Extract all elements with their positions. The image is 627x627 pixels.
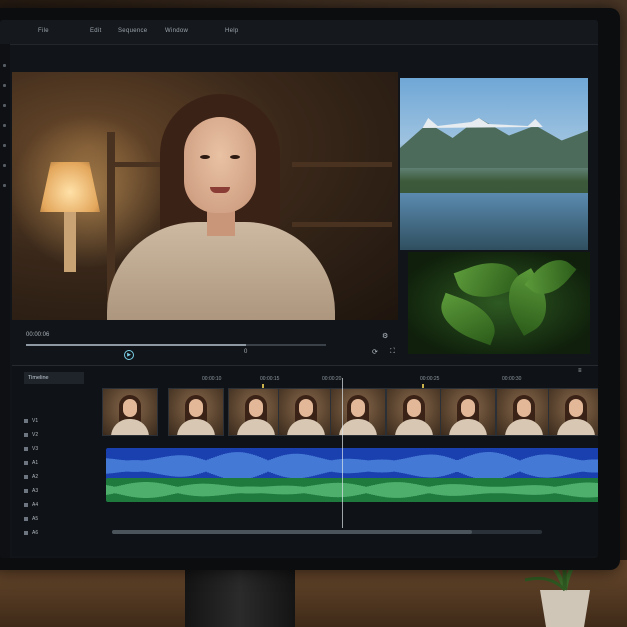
ruler-label: 00:00:30 bbox=[502, 376, 522, 382]
video-clip[interactable] bbox=[548, 388, 598, 436]
lamp-base bbox=[64, 212, 76, 272]
scrub-progress bbox=[26, 344, 246, 346]
track-icon bbox=[24, 460, 28, 465]
track-header[interactable]: A4 bbox=[24, 502, 38, 508]
menu-bar: File Edit Sequence Window Help bbox=[0, 20, 598, 45]
tool-icon[interactable] bbox=[3, 124, 6, 127]
video-clip[interactable] bbox=[102, 388, 158, 436]
program-monitor-preview[interactable] bbox=[12, 72, 398, 320]
track-header[interactable]: V3 bbox=[24, 446, 38, 452]
video-clip[interactable] bbox=[330, 388, 386, 436]
shelf bbox=[292, 162, 392, 167]
ruler-label: 00:00:25 bbox=[420, 376, 440, 382]
timeline-panel: Timeline ≡ 00:00:10 00:00:15 00:00:20 00… bbox=[12, 365, 598, 556]
scrollbar-thumb[interactable] bbox=[112, 530, 472, 534]
shelf bbox=[292, 222, 392, 227]
video-clip[interactable] bbox=[168, 388, 224, 436]
audio-waveform-2 bbox=[106, 482, 598, 498]
track-icon bbox=[24, 530, 28, 535]
track-list: V1 V2 V3 A1 A2 A3 A4 A5 A6 bbox=[18, 394, 88, 544]
track-icon bbox=[24, 418, 28, 423]
loop-icon[interactable]: ⟳ bbox=[372, 348, 378, 356]
track-icon bbox=[24, 516, 28, 521]
video-clip[interactable] bbox=[278, 388, 334, 436]
tool-icon[interactable] bbox=[3, 164, 6, 167]
timeline-scrollbar[interactable] bbox=[112, 530, 542, 534]
fullscreen-icon[interactable]: ⛶ bbox=[390, 348, 395, 356]
tool-icon[interactable] bbox=[3, 184, 6, 187]
track-header[interactable]: A1 bbox=[24, 460, 38, 466]
media-thumb-leaves[interactable] bbox=[408, 252, 590, 354]
presenter-eye bbox=[200, 155, 210, 159]
timeline-playhead[interactable] bbox=[342, 378, 343, 528]
settings-icon[interactable]: ⚙ bbox=[382, 332, 388, 340]
track-header[interactable]: A2 bbox=[24, 474, 38, 480]
tools-rail bbox=[0, 44, 10, 558]
timeline-options-icon[interactable]: ≡ bbox=[578, 368, 582, 374]
presenter-mouth bbox=[210, 187, 230, 193]
menu-window[interactable]: Window bbox=[165, 28, 188, 34]
track-header[interactable]: V2 bbox=[24, 432, 38, 438]
track-header[interactable]: V1 bbox=[24, 418, 38, 424]
ruler-label: 00:00:20 bbox=[322, 376, 342, 382]
track-header[interactable]: A3 bbox=[24, 488, 38, 494]
track-header[interactable]: A5 bbox=[24, 516, 38, 522]
presenter-eye bbox=[230, 155, 240, 159]
monitor: File Edit Sequence Window Help 00:00:06 … bbox=[0, 8, 620, 570]
track-icon bbox=[24, 446, 28, 451]
media-thumb-mountains[interactable] bbox=[400, 78, 588, 250]
presenter-face bbox=[184, 117, 256, 213]
menu-help[interactable]: Help bbox=[225, 28, 239, 34]
lake-reflection bbox=[400, 193, 588, 250]
video-clip[interactable] bbox=[440, 388, 496, 436]
menu-file[interactable]: File bbox=[38, 28, 49, 34]
menu-sequence[interactable]: Sequence bbox=[118, 28, 147, 34]
monitor-stand bbox=[185, 560, 295, 627]
ruler-label: 00:00:10 bbox=[202, 376, 222, 382]
track-icon bbox=[24, 432, 28, 437]
track-header[interactable]: A6 bbox=[24, 530, 38, 536]
playhead-time: 0 bbox=[244, 349, 248, 355]
timecode: 00:00:06 bbox=[26, 332, 50, 338]
video-clip[interactable] bbox=[386, 388, 442, 436]
video-clip[interactable] bbox=[496, 388, 552, 436]
tool-icon[interactable] bbox=[3, 64, 6, 67]
track-icon bbox=[24, 488, 28, 493]
track-icon bbox=[24, 502, 28, 507]
play-icon[interactable]: ▶ bbox=[124, 350, 134, 360]
ruler-label: 00:00:15 bbox=[260, 376, 280, 382]
transport-bar: 00:00:06 0 ▶ ⚙ ⟳ ⛶ bbox=[12, 322, 398, 362]
video-track[interactable] bbox=[102, 384, 598, 438]
track-icon bbox=[24, 474, 28, 479]
editor-screen: File Edit Sequence Window Help 00:00:06 … bbox=[0, 20, 598, 558]
leaf bbox=[433, 292, 503, 346]
menu-edit[interactable]: Edit bbox=[90, 28, 102, 34]
timeline-title: Timeline bbox=[24, 372, 84, 384]
audio-track-2[interactable] bbox=[106, 478, 598, 502]
tool-icon[interactable] bbox=[3, 144, 6, 147]
video-clip[interactable] bbox=[228, 388, 284, 436]
tool-icon[interactable] bbox=[3, 104, 6, 107]
tool-icon[interactable] bbox=[3, 84, 6, 87]
